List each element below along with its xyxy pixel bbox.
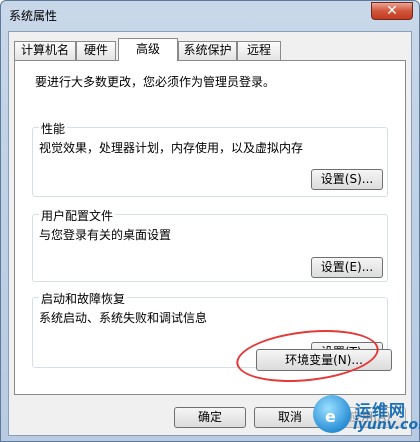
tab-hardware[interactable]: 硬件	[76, 41, 116, 60]
tab-advanced[interactable]: 高级	[118, 38, 178, 61]
tab-computer-name[interactable]: 计算机名	[14, 41, 76, 60]
performance-title: 性能	[39, 120, 68, 137]
ok-button[interactable]: 确定	[174, 407, 246, 428]
user-profiles-title: 用户配置文件	[39, 207, 116, 224]
performance-desc: 视觉效果，处理器计划，内存使用，以及虚拟内存	[39, 141, 304, 155]
system-properties-window: 系统属性 ✕ 计算机名 硬件 高级 系统保护 远程 要进行大多数更改，您必须作为…	[0, 0, 420, 442]
title-bar[interactable]: 系统属性 ✕	[1, 1, 419, 31]
watermark-en-text: iyunv.com	[353, 417, 420, 433]
tab-remote[interactable]: 远程	[237, 41, 281, 60]
admin-notice: 要进行大多数更改，您必须作为管理员登录。	[35, 75, 276, 89]
advanced-tab-panel: 要进行大多数更改，您必须作为管理员登录。 性能 视觉效果，处理器计划，内存使用，…	[14, 60, 406, 395]
user-profiles-group: 用户配置文件 与您登录有关的桌面设置 设置(E)...	[32, 207, 388, 282]
dialog-client-area: 计算机名 硬件 高级 系统保护 远程 要进行大多数更改，您必须作为管理员登录。 …	[8, 31, 412, 436]
site-watermark: e 运维网 iyunv.com	[309, 393, 420, 441]
performance-settings-button[interactable]: 设置(S)...	[311, 169, 383, 190]
environment-variables-button[interactable]: 环境变量(N)...	[256, 349, 392, 371]
startup-recovery-title: 启动和故障恢复	[39, 290, 128, 307]
user-profiles-desc: 与您登录有关的桌面设置	[39, 228, 172, 242]
tab-system-protection[interactable]: 系统保护	[178, 41, 237, 60]
close-button[interactable]: ✕	[371, 2, 413, 20]
user-profiles-settings-button[interactable]: 设置(E)...	[311, 257, 383, 278]
close-icon: ✕	[386, 3, 398, 19]
window-title: 系统属性	[9, 9, 58, 23]
watermark-logo-icon: e	[313, 395, 351, 433]
startup-recovery-desc: 系统启动、系统失败和调试信息	[39, 311, 208, 325]
performance-group: 性能 视觉效果，处理器计划，内存使用，以及虚拟内存 设置(S)...	[32, 120, 388, 197]
